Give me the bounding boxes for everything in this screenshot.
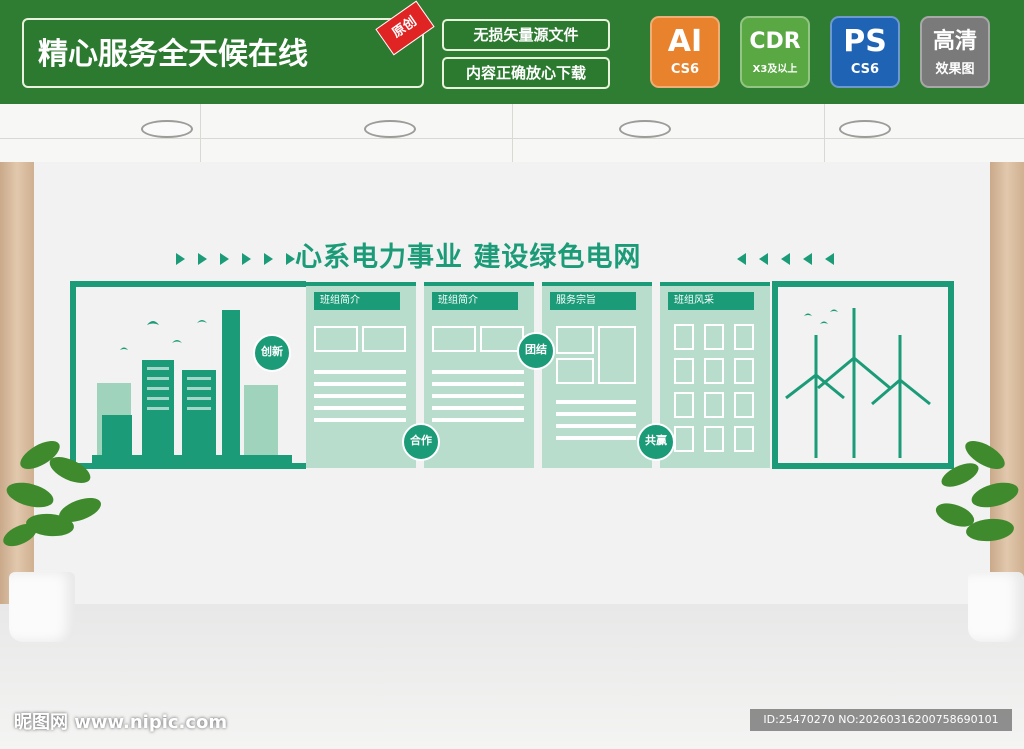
text-line [432,394,524,398]
ceiling-grid-line [512,104,513,162]
ceiling-grid-line [200,104,201,162]
ps-badge-version: CS6 [850,62,880,77]
text-line [314,394,406,398]
text-line [432,370,524,374]
cdr-badge-text: CDR [749,29,801,54]
info-panel-1: 班组简介 [306,282,416,468]
site-watermark: 昵图网 www.nipic.com [14,712,228,733]
text-line [556,424,636,428]
potted-plant-right [935,441,1019,542]
text-line [314,370,406,374]
photo-placeholder [674,426,694,452]
photo-placeholder [556,358,594,384]
photo-placeholder [362,326,406,352]
photo-placeholder [734,358,754,384]
bubble-solidarity: 团结 [517,332,555,370]
image-id-watermark: ID:25470270 NO:20260316200758690101 [750,709,1012,731]
plant-pot-right [968,572,1024,642]
photo-placeholder [704,324,724,350]
ai-software-badge: AI CS6 [650,16,720,88]
panel-tag-2: 班组简介 [432,292,518,310]
ai-badge-version: CS6 [670,62,700,77]
photo-placeholder [674,324,694,350]
main-title: 精心服务全天候在线 [22,18,424,88]
text-line [314,382,406,386]
ceiling-grid-line [824,104,825,162]
ceiling-light [364,120,416,138]
photo-placeholder [556,326,594,354]
cdr-badge-version: X3及以上 [752,64,798,75]
panel-tag-3: 服务宗旨 [550,292,636,310]
photo-placeholder [704,392,724,418]
info-panel-4: 班组风采 [660,282,770,468]
text-line [556,412,636,416]
bubble-innovation: 创新 [253,334,291,372]
panel-tag-1: 班组简介 [314,292,400,310]
photo-placeholder [314,326,358,352]
ceiling-light [141,120,193,138]
ceiling-light [839,120,891,138]
feature-label-vector: 无损矢量源文件 [442,19,610,51]
photo-placeholder [734,392,754,418]
photo-placeholder [704,358,724,384]
cdr-software-badge: CDR X3及以上 [740,16,810,88]
ai-badge-text: AI [667,24,703,59]
hd-preview-badge: 高清 效果图 [920,16,990,88]
ceiling-light [619,120,671,138]
potted-plant-left [3,441,101,547]
bubble-mutual-benefit: 共赢 [637,423,675,461]
photo-placeholder [734,324,754,350]
bubble-cooperation: 合作 [402,423,440,461]
plant-pot-left [9,572,75,642]
info-panel-3: 服务宗旨 [542,282,652,468]
photo-placeholder [598,326,636,384]
text-line [314,406,406,410]
hd-badge-sub: 效果图 [935,62,975,77]
text-line [432,382,524,386]
wall-slogan: 心系电力事业 建设绿色电网 [295,242,642,273]
hd-badge-text: 高清 [932,29,977,54]
city-skyline-illustration [92,310,292,465]
text-line [432,418,524,422]
info-panel-2: 班组简介 [424,282,534,468]
ps-software-badge: PS CS6 [830,16,900,88]
text-line [314,418,406,422]
panel-tag-4: 班组风采 [668,292,754,310]
photo-placeholder [734,426,754,452]
feature-label-download: 内容正确放心下载 [442,57,610,89]
wind-turbine-illustration [785,308,931,458]
text-line [556,436,636,440]
text-line [432,406,524,410]
ps-badge-text: PS [843,24,887,59]
photo-placeholder [674,392,694,418]
photo-placeholder [704,426,724,452]
photo-placeholder [432,326,476,352]
text-line [556,400,636,404]
photo-placeholder [674,358,694,384]
